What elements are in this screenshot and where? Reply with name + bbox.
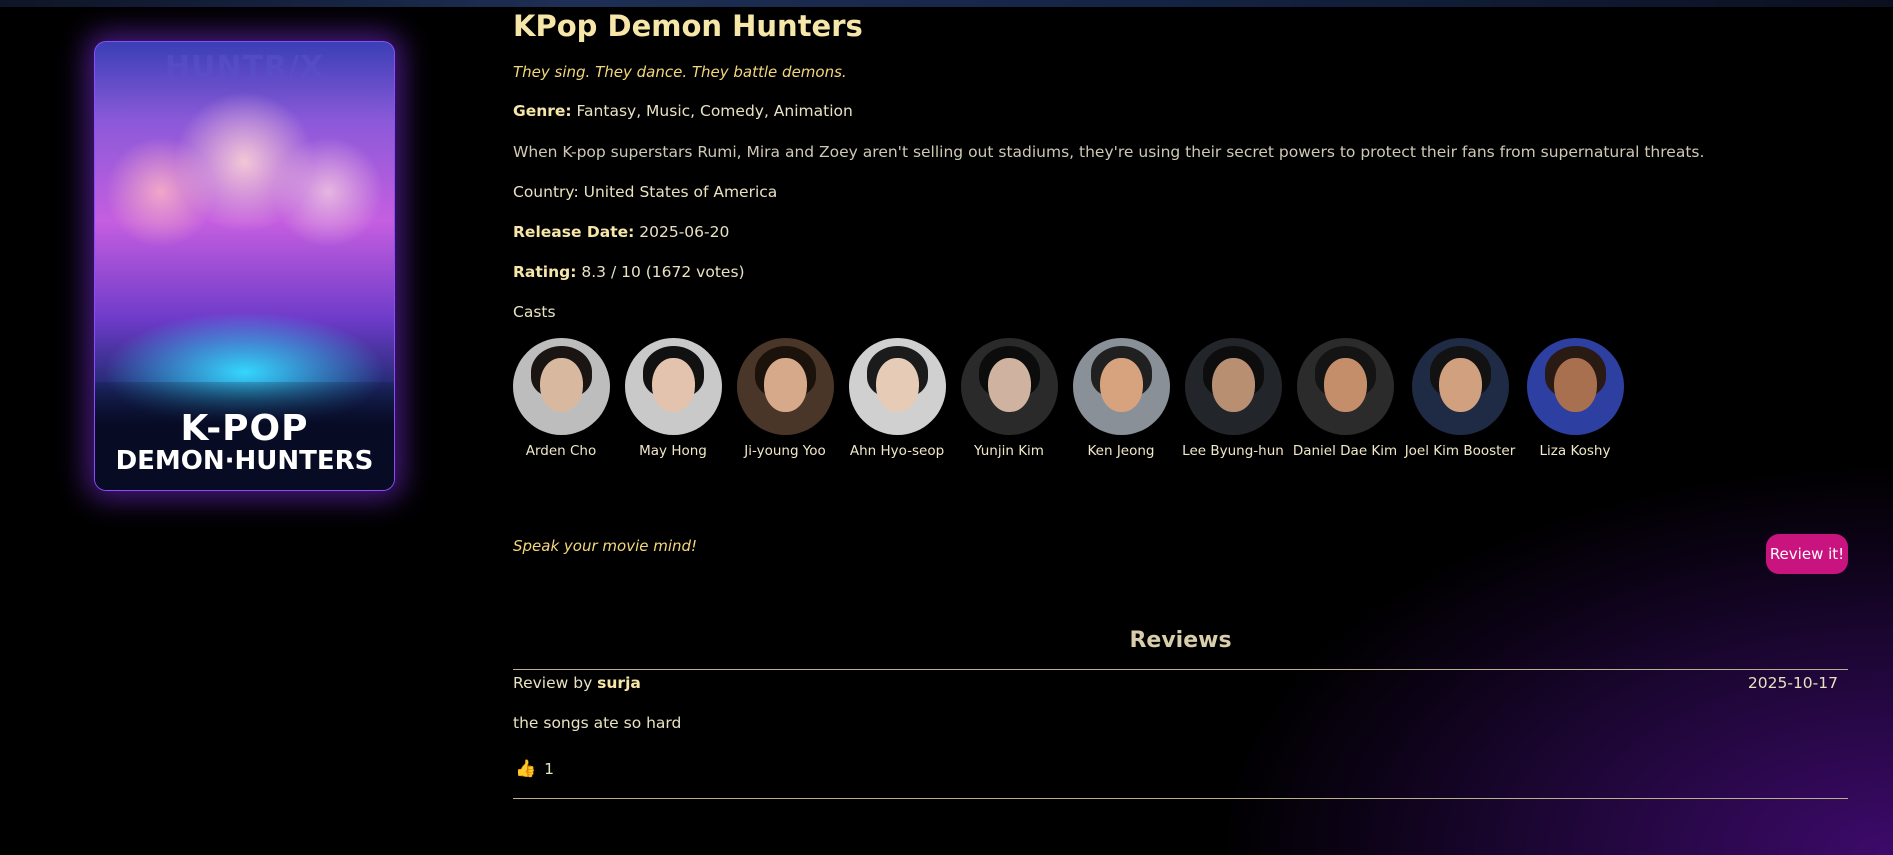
- divider: [513, 669, 1848, 670]
- like-control[interactable]: 👍 1: [515, 760, 554, 778]
- casts-heading: Casts: [513, 303, 556, 321]
- cast-photo[interactable]: [512, 338, 610, 435]
- cast-list: Arden Cho May Hong Ji-young Yoo Ahn Hyo-…: [512, 338, 1663, 478]
- review-author: surja: [597, 674, 641, 692]
- movie-title: KPop Demon Hunters: [513, 9, 863, 43]
- divider: [513, 798, 1848, 799]
- cast-photo[interactable]: [624, 338, 722, 435]
- cast-member[interactable]: Arden Cho: [505, 338, 617, 459]
- rating-line: Rating: 8.3 / 10 (1672 votes): [513, 263, 745, 281]
- cast-name[interactable]: Ahn Hyo-seop: [841, 443, 953, 459]
- cast-photo[interactable]: [960, 338, 1058, 435]
- review-prompt: Speak your movie mind!: [513, 537, 698, 555]
- cast-name[interactable]: Yunjin Kim: [953, 443, 1065, 459]
- release-date-value: 2025-06-20: [634, 223, 730, 241]
- genre-label: Genre:: [513, 102, 572, 120]
- movie-poster: HUNTR/X K-POP DEMON·HUNTERS: [94, 41, 395, 491]
- country-line: Country: United States of America: [513, 183, 778, 201]
- rating-value: 8.3 / 10 (1672 votes): [576, 263, 745, 281]
- cast-photo[interactable]: [1184, 338, 1282, 435]
- cast-member[interactable]: Joel Kim Booster: [1404, 338, 1516, 459]
- review-date: 2025-10-17: [1747, 674, 1838, 692]
- rating-label: Rating:: [513, 263, 577, 281]
- cast-member[interactable]: Ahn Hyo-seop: [841, 338, 953, 459]
- like-count: 1: [544, 760, 555, 778]
- thumbs-up-icon[interactable]: 👍: [515, 760, 536, 778]
- genre-line: Genre: Fantasy, Music, Comedy, Animation: [513, 102, 853, 120]
- cast-member[interactable]: May Hong: [617, 338, 729, 459]
- review-by-label: Review by: [513, 674, 598, 692]
- cast-member[interactable]: Yunjin Kim: [953, 338, 1065, 459]
- cast-name[interactable]: Daniel Dae Kim: [1289, 443, 1401, 459]
- cast-member[interactable]: Ji-young Yoo: [729, 338, 841, 459]
- cast-name[interactable]: May Hong: [617, 443, 729, 459]
- cast-photo[interactable]: [1296, 338, 1394, 435]
- release-date-line: Release Date: 2025-06-20: [513, 223, 729, 241]
- cast-photo[interactable]: [736, 338, 834, 435]
- top-bar: [0, 0, 1893, 7]
- review-text: the songs ate so hard: [513, 714, 682, 732]
- cast-photo[interactable]: [1411, 338, 1509, 435]
- cast-member[interactable]: Liza Koshy: [1519, 338, 1631, 459]
- cast-name[interactable]: Ji-young Yoo: [729, 443, 841, 459]
- cast-member[interactable]: Daniel Dae Kim: [1289, 338, 1401, 459]
- review-it-button[interactable]: Review it!: [1766, 534, 1848, 574]
- cast-name[interactable]: Joel Kim Booster: [1404, 443, 1516, 459]
- cast-name[interactable]: Lee Byung-hun: [1177, 443, 1289, 459]
- poster-logo-line2: DEMON·HUNTERS: [115, 446, 374, 476]
- reviews-heading: Reviews: [1129, 628, 1232, 653]
- cast-member[interactable]: Ken Jeong: [1065, 338, 1177, 459]
- movie-description: When K-pop superstars Rumi, Mira and Zoe…: [513, 143, 1705, 161]
- cast-member[interactable]: Lee Byung-hun: [1177, 338, 1289, 459]
- cast-photo[interactable]: [848, 338, 946, 435]
- movie-tagline: They sing. They dance. They battle demon…: [513, 63, 847, 81]
- cast-name[interactable]: Liza Koshy: [1519, 443, 1631, 459]
- cast-photo[interactable]: [1072, 338, 1170, 435]
- cast-name[interactable]: Ken Jeong: [1065, 443, 1177, 459]
- genre-value: Fantasy, Music, Comedy, Animation: [571, 102, 853, 120]
- release-date-label: Release Date:: [513, 223, 635, 241]
- poster-logo-line1: K-POP: [180, 408, 309, 449]
- cast-photo[interactable]: [1526, 338, 1624, 435]
- review-author-line: Review by surja: [513, 674, 641, 692]
- poster-top-text: HUNTR/X: [164, 50, 325, 85]
- cast-name[interactable]: Arden Cho: [505, 443, 617, 459]
